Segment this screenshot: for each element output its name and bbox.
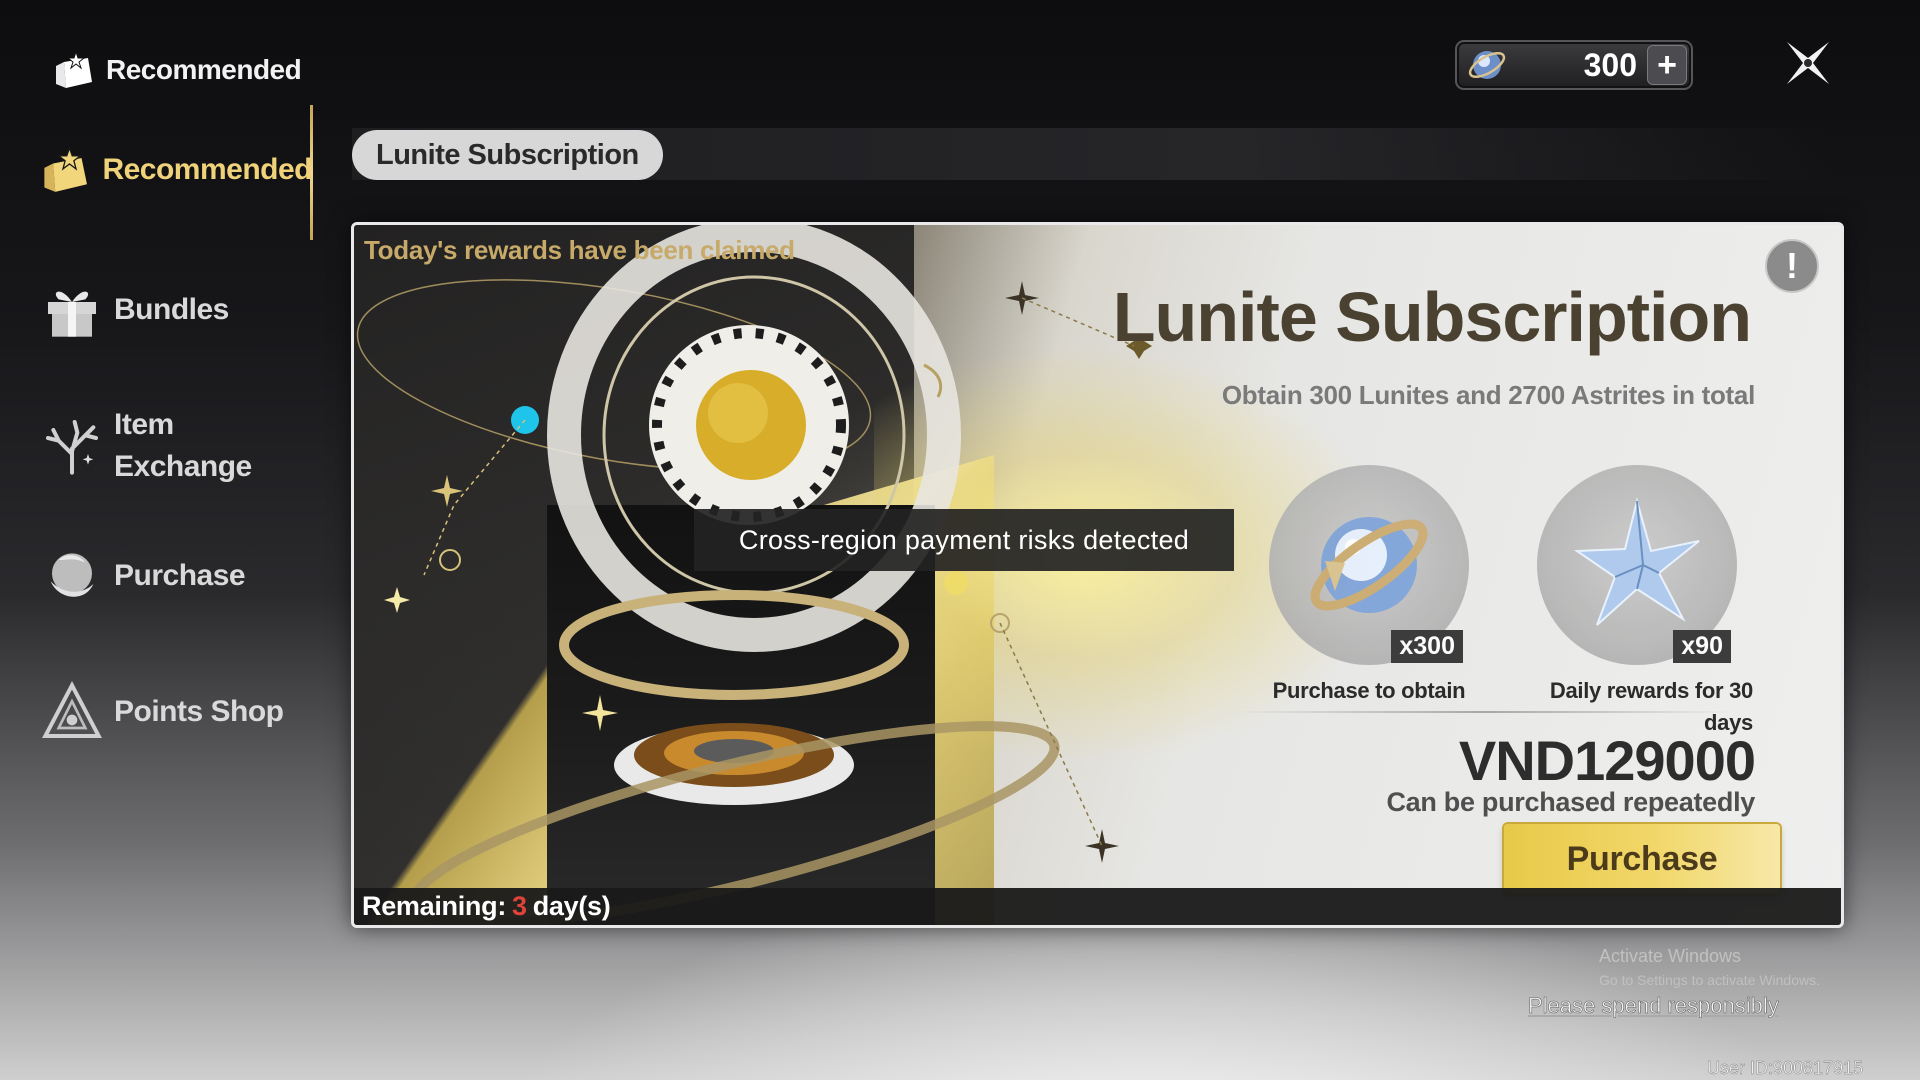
user-id: User ID:900817915: [1707, 1058, 1864, 1078]
sidebar-item-label: Points Shop: [114, 695, 284, 728]
reward-bubble: x90: [1537, 465, 1737, 665]
sidebar-item-label: Bundles: [114, 293, 229, 326]
orb-icon: [50, 553, 94, 597]
star-folder-icon: [44, 146, 87, 192]
sidebar-item-recommended[interactable]: Recommended: [40, 138, 312, 202]
divider: [1234, 711, 1734, 713]
sidebar-item-points-shop[interactable]: Points Shop: [40, 680, 312, 744]
card-subtitle: Obtain 300 Lunites and 2700 Astrites in …: [1221, 380, 1755, 410]
risk-notice: Cross-region payment risks detected: [694, 509, 1234, 571]
triangle-icon: [42, 681, 102, 738]
remaining-prefix: Remaining:: [362, 891, 507, 921]
sidebar-item-label: Purchase: [114, 559, 246, 592]
remaining-days: 3: [512, 891, 527, 921]
sidebar-item-label: Recommended: [102, 153, 312, 186]
repeat-note: Can be purchased repeatedly: [1386, 787, 1755, 817]
sidebar-item-purchase[interactable]: Purchase: [40, 544, 312, 608]
card-title: Lunite Subscription: [1112, 278, 1752, 356]
lunite-icon: [1468, 51, 1506, 79]
subscription-card: Today's rewards have been claimed ! Luni…: [351, 222, 1844, 928]
currency-value: 300: [1583, 46, 1637, 83]
reward-astrite: x90 Daily rewards for 30 days: [1517, 465, 1757, 739]
activate-windows-subtitle: Go to Settings to activate Windows.: [1599, 972, 1820, 988]
reward-bubble: x300: [1269, 465, 1469, 665]
reward-quantity: x90: [1673, 630, 1731, 663]
reward-lunite: x300 Purchase to obtain: [1249, 465, 1489, 707]
sidebar-item-label: Item Exchange: [114, 408, 252, 483]
price-label: VND129000: [1458, 729, 1756, 792]
sidebar-item-bundles[interactable]: Bundles: [40, 278, 312, 342]
sidebar-item-item-exchange[interactable]: Item Exchange: [40, 404, 312, 488]
spend-responsibly-note: Please spend responsibly: [1528, 993, 1779, 1019]
gift-icon: [48, 291, 96, 337]
close-icon[interactable]: [1783, 38, 1833, 88]
currency-display: 300 +: [1455, 40, 1693, 90]
info-button[interactable]: !: [1765, 239, 1819, 293]
purchase-button[interactable]: Purchase: [1504, 824, 1780, 894]
activate-windows-title: Activate Windows: [1599, 946, 1742, 966]
claimed-notice: Today's rewards have been claimed: [364, 235, 795, 265]
reward-caption: Purchase to obtain: [1272, 678, 1466, 703]
sidebar-header-label: Recommended: [106, 54, 302, 85]
remaining-suffix: day(s): [532, 891, 611, 921]
reward-quantity: x300: [1391, 630, 1463, 663]
add-currency-button[interactable]: +: [1647, 45, 1687, 85]
coral-icon: [46, 420, 98, 475]
sidebar-header: Recommended: [50, 46, 302, 94]
tab-lunite-subscription[interactable]: Lunite Subscription: [352, 130, 663, 180]
star-folder-icon: [56, 50, 92, 88]
sidebar-active-indicator: [310, 105, 313, 240]
remaining-bar: Remaining: 3 day(s): [354, 888, 1841, 925]
